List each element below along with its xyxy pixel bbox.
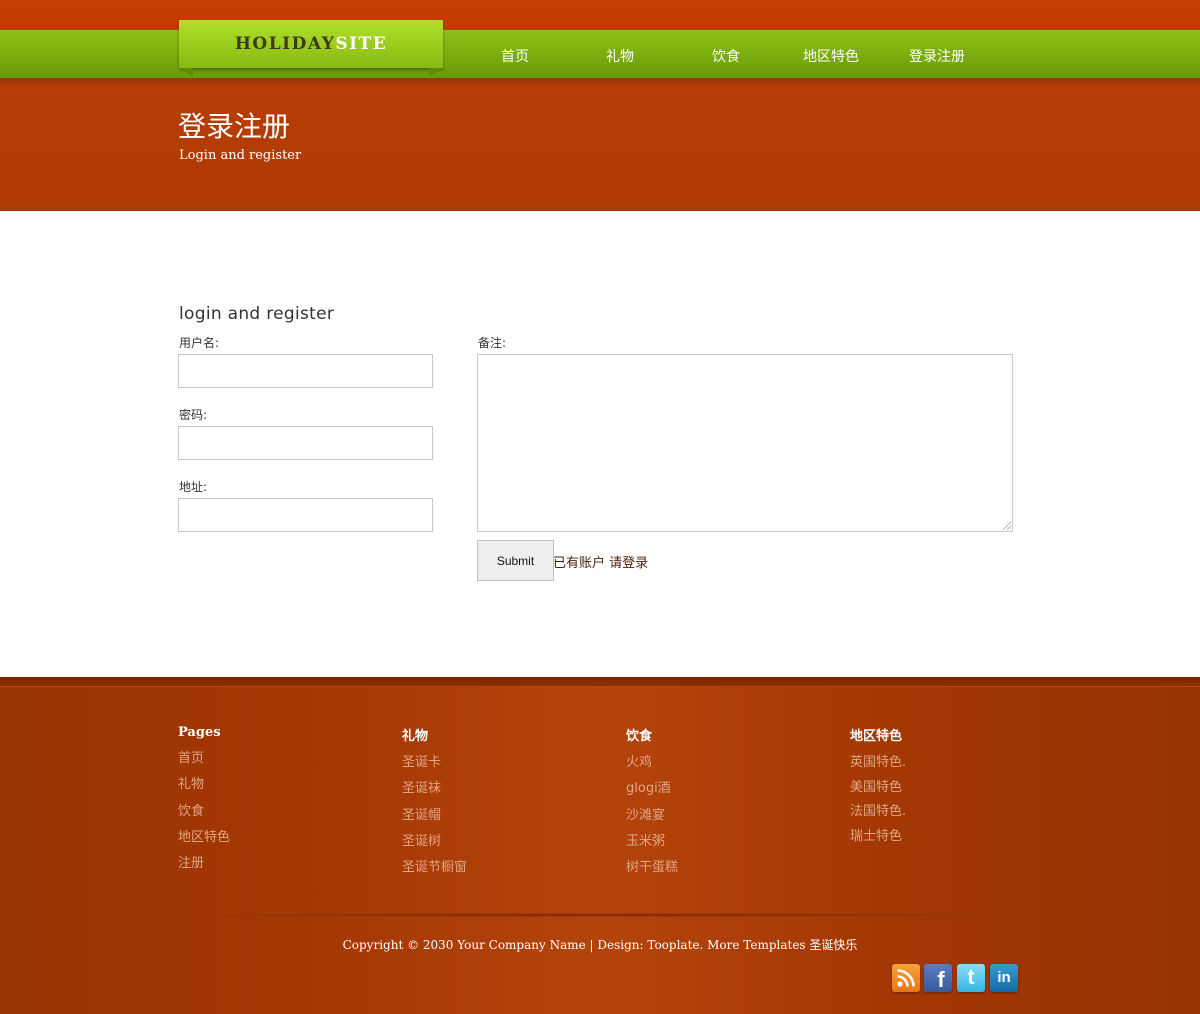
footer-column-pages: Pages 首页 礼物 饮食 地区特色 注册 [178, 725, 378, 881]
nav-gifts[interactable]: 礼物 [570, 46, 670, 66]
footer-link[interactable]: 地区特色 [178, 829, 378, 855]
password-input[interactable] [178, 426, 433, 460]
footer-link[interactable]: 瑞士特色 [850, 828, 1050, 853]
page-subtitle: Login and register [179, 148, 302, 163]
logo-text-site: SITE [335, 34, 388, 54]
notes-textarea[interactable] [477, 354, 1013, 532]
footer-link[interactable]: glogi酒 [626, 780, 826, 806]
notes-label: 备注: [478, 336, 507, 350]
copyright-text: Copyright © 2030 Your Company Name | Des… [342, 938, 858, 952]
footer-link[interactable]: 玉米粥 [626, 833, 826, 859]
nav-home[interactable]: 首页 [465, 46, 565, 66]
login-link[interactable]: 已有账户 请登录 [553, 552, 648, 571]
nav-regional[interactable]: 地区特色 [781, 46, 881, 66]
page-banner: 登录注册 Login and register [0, 78, 1200, 211]
password-label: 密码: [179, 408, 208, 422]
footer-column-title: 饮食 [626, 729, 653, 744]
footer-link[interactable]: 注册 [178, 855, 378, 881]
footer-column-title: 礼物 [402, 729, 429, 744]
footer-link[interactable]: 圣诞帽 [402, 807, 602, 833]
twitter-icon[interactable]: t [957, 964, 985, 992]
textarea-resize-grip[interactable] [1003, 522, 1011, 530]
page-title: 登录注册 [178, 110, 291, 143]
username-input[interactable] [178, 354, 433, 388]
address-input[interactable] [178, 498, 433, 532]
site-logo[interactable]: HOLIDAYSITE [179, 20, 443, 77]
nav-food[interactable]: 饮食 [676, 46, 776, 66]
footer-column-title: Pages [178, 725, 221, 740]
footer-link[interactable]: 美国特色 [850, 779, 1050, 804]
footer-column-food: 饮食 火鸡 glogi酒 沙滩宴 玉米粥 树干蛋糕 [626, 725, 826, 885]
footer-divider [178, 913, 1020, 917]
footer-link[interactable]: 圣诞节橱窗 [402, 859, 602, 885]
rss-icon[interactable] [892, 964, 920, 992]
footer-link[interactable]: 圣诞袜 [402, 780, 602, 806]
footer-link[interactable]: 礼物 [178, 776, 378, 802]
footer-column-gifts: 礼物 圣诞卡 圣诞袜 圣诞帽 圣诞树 圣诞节橱窗 [402, 725, 602, 885]
submit-button[interactable]: Submit [477, 540, 554, 581]
footer-link[interactable]: 圣诞卡 [402, 754, 602, 780]
address-label: 地址: [179, 480, 208, 494]
footer-link[interactable]: 圣诞树 [402, 833, 602, 859]
footer-link[interactable]: 首页 [178, 750, 378, 776]
footer-link[interactable]: 火鸡 [626, 754, 826, 780]
form-heading: login and register [179, 304, 335, 324]
nav-login-register[interactable]: 登录注册 [887, 46, 987, 66]
facebook-icon[interactable]: f [924, 964, 952, 992]
footer-column-regional: 地区特色 英国特色. 美国特色 法国特色. 瑞士特色 [850, 725, 1050, 853]
logo-text-holiday: HOLIDAY [234, 34, 336, 54]
footer: Pages 首页 礼物 饮食 地区特色 注册 礼物 圣诞卡 圣诞袜 圣诞帽 圣诞… [0, 677, 1200, 1014]
logo-text: HOLIDAYSITE [179, 34, 443, 54]
username-label: 用户名: [179, 336, 220, 350]
footer-link[interactable]: 饮食 [178, 803, 378, 829]
footer-column-title: 地区特色 [850, 729, 903, 744]
footer-top-border [0, 677, 1200, 687]
footer-link[interactable]: 树干蛋糕 [626, 859, 826, 885]
footer-link[interactable]: 沙滩宴 [626, 807, 826, 833]
footer-link[interactable]: 法国特色. [850, 803, 1050, 828]
footer-link[interactable]: 英国特色. [850, 754, 1050, 779]
linkedin-icon[interactable]: in [990, 964, 1018, 992]
